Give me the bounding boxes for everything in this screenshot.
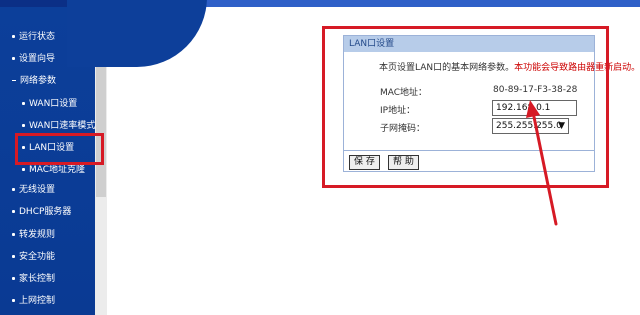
annotation-arrow: [526, 100, 558, 226]
